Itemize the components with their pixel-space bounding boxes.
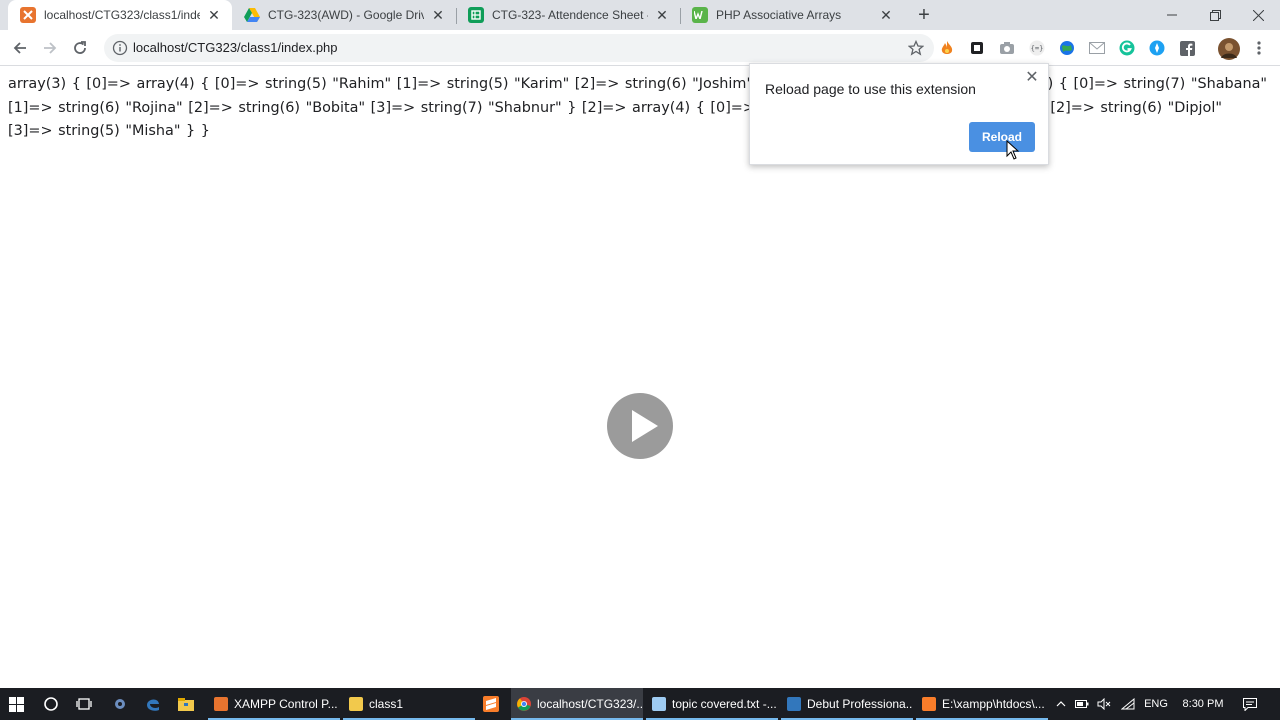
clock[interactable]: 8:30 PM [1176,688,1230,720]
task-view-icon[interactable] [68,688,100,720]
taskbar-app-label: class1 [369,697,404,711]
var-dump-output: array(3) { [0]=> array(4) { [0]=> string… [8,76,1268,139]
restore-button[interactable] [1193,0,1237,30]
page-content: array(3) { [0]=> array(4) { [0]=> string… [0,67,1280,688]
sublime-text-icon[interactable] [475,688,507,720]
battery-icon[interactable] [1073,688,1091,720]
reload-page-button[interactable] [69,37,91,59]
extension-reload-popup: Reload page to use this extension ✕ Relo… [749,63,1049,165]
wifi-icon[interactable] [1119,688,1137,720]
popup-message: Reload page to use this extension [765,81,976,97]
globe-extension-icon[interactable] [1059,40,1075,56]
fire-extension-icon[interactable] [939,40,955,56]
compass-extension-icon[interactable] [1149,40,1165,56]
notepad-icon [652,697,666,711]
tray-chevron-up-icon[interactable] [1053,688,1069,720]
tab-attendance-sheet[interactable]: CTG-323- Attendence Sheet - Go ✕ [456,0,680,30]
taskbar-app-label: localhost/CTG323/... [537,697,643,711]
taskbar-app-notepad[interactable]: topic covered.txt -... [646,688,778,720]
taskbar-app-label: E:\xampp\htdocs\... [942,697,1045,711]
language-indicator[interactable]: ENG [1141,688,1171,720]
avatar[interactable] [1218,38,1240,60]
taskbar-app-xampp[interactable]: XAMPP Control P... [208,688,340,720]
google-sheets-icon [468,7,484,23]
debut-icon [787,697,801,711]
taskbar-app-label: XAMPP Control P... [234,697,338,711]
tab-localhost[interactable]: localhost/CTG323/class1/index.p ✕ [8,0,232,30]
google-drive-icon [244,7,260,23]
search-icon[interactable] [34,688,68,720]
play-icon[interactable] [607,393,673,459]
tab-title: PHP Associative Arrays [716,8,842,22]
camera-extension-icon[interactable] [999,40,1015,56]
tab-title: localhost/CTG323/class1/index.p [44,8,200,22]
window-close-button[interactable] [1236,0,1280,30]
close-icon[interactable]: ✕ [206,7,222,23]
svg-text:{=}: {=} [1031,44,1044,53]
folder-icon [349,697,363,711]
mouse-cursor-icon [1006,140,1020,160]
close-icon[interactable]: ✕ [878,7,894,23]
tab-strip: localhost/CTG323/class1/index.p ✕ CTG-32… [0,0,1280,30]
notification-center-icon[interactable] [1238,688,1262,720]
taskbar-app-class1[interactable]: class1 [343,688,475,720]
sublime-icon [922,697,936,711]
xampp-icon [20,7,36,23]
browser-toolbar: localhost/CTG323/class1/index.php 1 {=} [0,30,1280,90]
grammarly-icon[interactable] [1119,40,1135,56]
back-button[interactable] [9,37,31,59]
popup-close-icon[interactable]: ✕ [1024,70,1040,86]
w3schools-icon [692,7,708,23]
chrome-icon [517,697,531,711]
mail-extension-icon[interactable] [1089,40,1105,56]
volume-muted-icon[interactable] [1095,688,1113,720]
edge-icon[interactable] [137,688,169,720]
reload-button[interactable]: Reload [969,122,1035,152]
file-explorer-icon[interactable] [170,688,202,720]
info-icon[interactable] [112,40,128,56]
facebook-icon[interactable] [1179,40,1195,56]
tab-title: CTG-323- Attendence Sheet - Go [492,8,648,22]
taskbar: XAMPP Control P... class1 localhost/CTG3… [0,688,1280,720]
settings-gear-icon[interactable] [104,688,136,720]
taskbar-app-sublime[interactable]: E:\xampp\htdocs\... [916,688,1048,720]
xampp-icon [214,697,228,711]
close-icon[interactable]: ✕ [430,7,446,23]
close-icon[interactable]: ✕ [654,7,670,23]
menu-kebab-icon[interactable] [1251,40,1267,56]
tab-google-drive[interactable]: CTG-323(AWD) - Google Drive ✕ [232,0,456,30]
taskbar-app-label: topic covered.txt -... [672,697,777,711]
minimize-button[interactable] [1150,0,1194,30]
taskbar-app-debut[interactable]: Debut Professiona... [781,688,913,720]
taskbar-app-label: Debut Professiona... [807,697,913,711]
notification-extension-icon[interactable] [969,40,985,56]
code-extension-icon[interactable]: {=} [1029,40,1045,56]
tab-title: CTG-323(AWD) - Google Drive [268,8,424,22]
new-tab-button[interactable]: + [914,5,934,25]
tab-php-arrays[interactable]: PHP Associative Arrays ✕ [680,0,904,30]
address-bar[interactable]: localhost/CTG323/class1/index.php [104,34,934,62]
bookmark-star-icon[interactable] [907,39,925,56]
forward-button[interactable] [39,37,61,59]
windows-start-icon[interactable] [0,688,32,720]
taskbar-app-chrome[interactable]: localhost/CTG323/... [511,688,643,720]
url-text[interactable]: localhost/CTG323/class1/index.php [133,40,338,55]
